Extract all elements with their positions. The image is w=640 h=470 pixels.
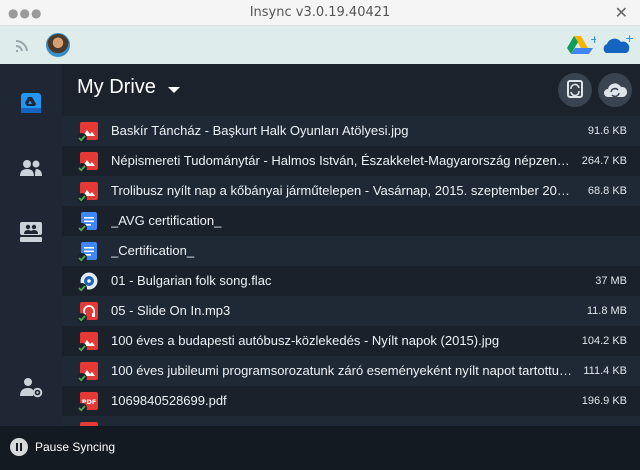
file-size: 37 MB	[595, 275, 627, 287]
cloud-sync-button[interactable]	[598, 73, 632, 107]
drives-icon	[20, 222, 42, 242]
sidebar-item-drives[interactable]	[16, 217, 46, 247]
pause-icon	[10, 438, 28, 456]
file-name: Baskír Táncház - Başkurt Halk Oyunları A…	[111, 123, 409, 138]
file-size: 104.2 KB	[581, 335, 627, 347]
file-row[interactable]: 01 - Bulgarian folk song.flac 37 MB	[62, 266, 640, 296]
audio-file-icon	[77, 272, 98, 293]
pause-syncing-button[interactable]: Pause Syncing	[10, 438, 115, 456]
file-size: 111.4 KB	[583, 365, 627, 377]
file-size: 11.8 MB	[586, 305, 627, 317]
title-bar: ●●● Insync v3.0.19.40421 ✕	[0, 0, 640, 26]
file-size: 91.6 KB	[587, 125, 627, 137]
google-doc-icon	[77, 242, 98, 263]
sync-drive-button[interactable]	[558, 73, 592, 107]
file-row[interactable]: 05 - Slide On In.mp3 11.8 MB	[62, 296, 640, 326]
sidebar	[0, 64, 62, 426]
drive-sync-icon	[567, 80, 583, 98]
file-name: Trolibusz nyílt nap a kőbányai járműtele…	[111, 183, 570, 198]
sidebar-item-google-drive[interactable]	[16, 88, 46, 118]
svg-text:+: +	[625, 34, 633, 45]
file-name: _Certification_	[111, 243, 195, 258]
file-name: 100 éves jubileumi programsorozatunk zár…	[111, 363, 575, 378]
file-row[interactable]: Népismereti Tudománytár - Halmos István,…	[62, 146, 640, 176]
file-list: Baskír Táncház - Başkurt Halk Oyunları A…	[62, 116, 640, 426]
sidebar-item-shared[interactable]	[16, 153, 46, 183]
file-name: 1069840528699.pdf	[111, 393, 227, 408]
chevron-down-icon[interactable]	[168, 87, 180, 93]
file-row[interactable]: _Certification_	[62, 236, 640, 266]
file-size: 68.8 KB	[587, 185, 627, 197]
file-row[interactable]: Trolibusz nyílt nap a kőbányai járműtele…	[62, 176, 640, 206]
onedrive-add-icon[interactable]: +	[601, 32, 634, 60]
svg-text:+: +	[590, 33, 596, 46]
file-size: 196.9 KB	[581, 395, 627, 407]
shared-icon	[20, 160, 42, 176]
file-row[interactable]: _AVG certification_	[62, 206, 640, 236]
account-settings-icon	[20, 378, 43, 398]
image-file-icon	[77, 152, 98, 173]
file-name: Népismereti Tudománytár - Halmos István,…	[111, 153, 575, 168]
pdf-file-icon: PDF	[77, 392, 98, 413]
status-bar: Pause Syncing	[0, 426, 640, 470]
close-button[interactable]: ✕	[615, 0, 628, 26]
google-drive-icon	[21, 93, 41, 113]
wifi-icon[interactable]	[14, 35, 30, 57]
main-panel: My Drive Baskír Táncház - Başkurt Halk O…	[62, 64, 640, 426]
cloud-sync-icon	[604, 83, 627, 98]
pause-syncing-label: Pause Syncing	[35, 440, 116, 454]
file-row[interactable]: PDF 1069840528699.pdf 196.9 KB	[62, 386, 640, 416]
file-name: _AVG certification_	[111, 213, 222, 228]
file-name: 100 éves a budapesti autóbusz-közlekedés…	[111, 333, 500, 348]
window-title: Insync v3.0.19.40421	[249, 5, 391, 20]
page-title[interactable]: My Drive	[77, 76, 156, 99]
image-file-icon	[77, 332, 98, 353]
file-size: 264.7 KB	[581, 155, 627, 167]
audio-file-icon	[77, 302, 98, 323]
google-drive-add-icon[interactable]: +	[566, 33, 599, 61]
file-row[interactable]: Baskír Táncház - Başkurt Halk Oyunları A…	[62, 116, 640, 146]
top-toolbar: + +	[0, 26, 640, 64]
file-row[interactable]: 100 éves a budapesti autóbusz-közlekedés…	[62, 326, 640, 356]
file-name: 05 - Slide On In.mp3	[111, 303, 231, 318]
image-file-icon	[77, 362, 98, 383]
image-file-icon	[77, 122, 98, 143]
window-controls[interactable]: ●●●	[8, 0, 42, 26]
avatar[interactable]	[46, 33, 70, 57]
file-name: 01 - Bulgarian folk song.flac	[111, 273, 272, 288]
file-row[interactable]	[62, 416, 640, 426]
google-doc-icon	[77, 212, 98, 233]
sidebar-item-account-settings[interactable]	[16, 372, 46, 402]
image-file-icon	[77, 182, 98, 203]
file-row[interactable]: 100 éves jubileumi programsorozatunk zár…	[62, 356, 640, 386]
